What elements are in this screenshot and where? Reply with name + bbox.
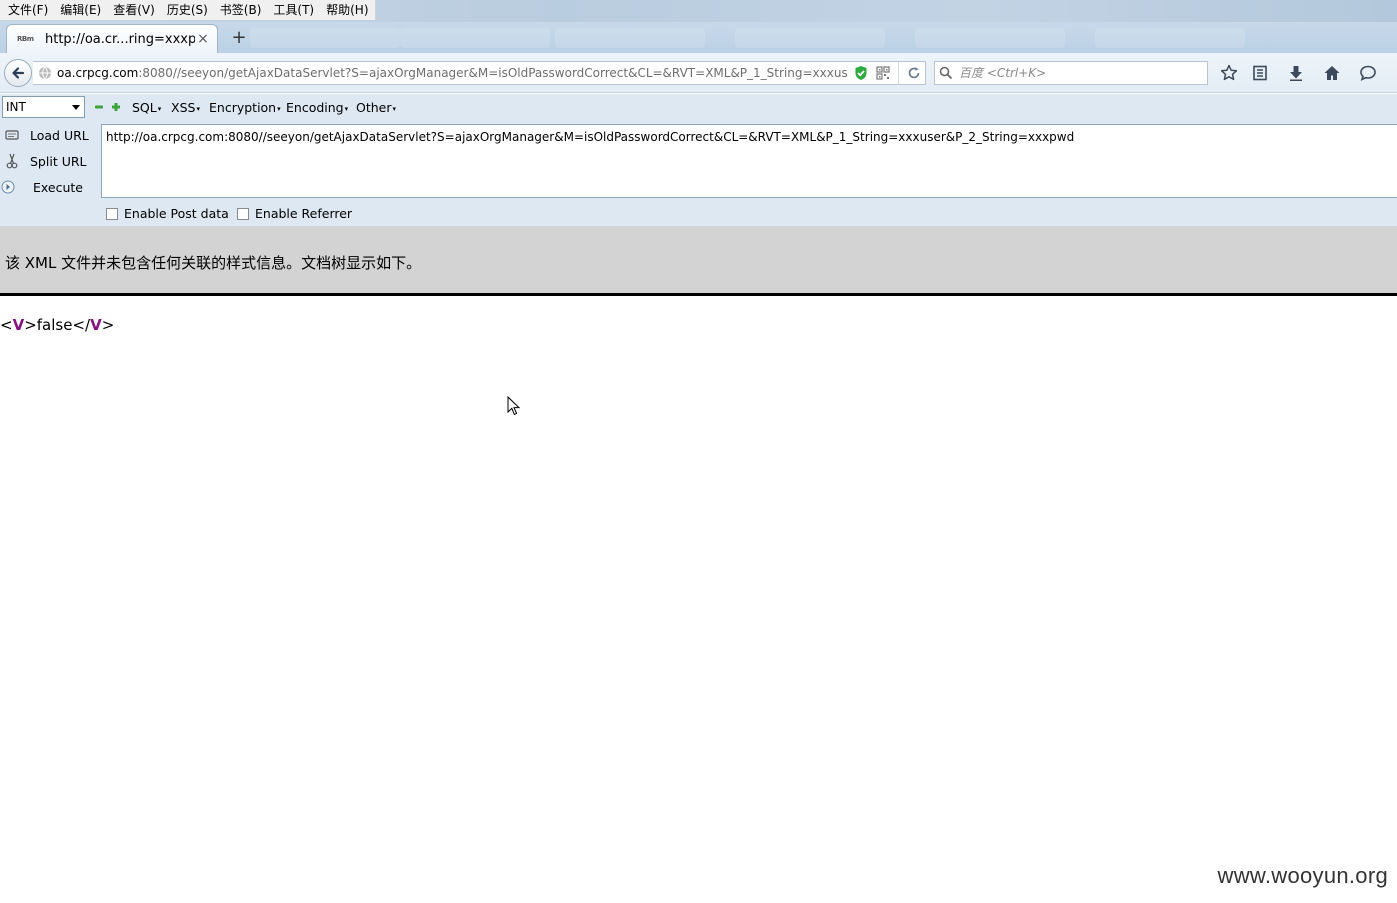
xml-open-bracket: < — [0, 316, 13, 334]
other-menu[interactable]: Other▾ — [356, 100, 396, 115]
menubar: 文件(F) 编辑(E) 查看(V) 历史(S) 书签(B) 工具(T) 帮助(H… — [0, 0, 376, 20]
increase-icon[interactable] — [111, 102, 121, 112]
caret-down-icon: ▾ — [157, 104, 162, 113]
sql-menu[interactable]: SQL▾ — [132, 100, 161, 115]
background-tab[interactable] — [555, 28, 705, 48]
xml-tag-name: V — [12, 316, 25, 334]
search-input[interactable] — [959, 66, 1189, 80]
menu-tools[interactable]: 工具(T) — [267, 0, 320, 20]
bookmark-star-icon[interactable] — [1218, 62, 1240, 84]
play-icon — [0, 180, 24, 194]
encryption-menu[interactable]: Encryption▾ — [209, 100, 281, 115]
chevron-down-icon — [72, 105, 80, 110]
background-tab[interactable] — [1095, 28, 1245, 48]
caret-down-icon: ▾ — [392, 104, 397, 113]
back-arrow-icon — [12, 67, 25, 79]
load-url-button[interactable]: Load URL — [0, 123, 89, 147]
reload-icon[interactable] — [903, 62, 925, 84]
split-url-button[interactable]: Split URL — [0, 149, 87, 173]
decrease-icon[interactable] — [94, 102, 104, 112]
navigation-bar: oa.crpcg.com:8080//seeyon/getAjaxDataSer… — [0, 53, 1397, 93]
tab-strip: RBm http://oa.cr...ring=xxxpwd × + — [0, 22, 1397, 53]
url-bar[interactable]: oa.crpcg.com:8080//seeyon/getAjaxDataSer… — [33, 61, 926, 85]
tab-active[interactable]: RBm http://oa.cr...ring=xxxpwd × — [6, 24, 218, 53]
url-host: oa.crpcg.com — [57, 66, 139, 80]
menu-edit[interactable]: 编辑(E) — [54, 0, 107, 20]
caret-down-icon: ▾ — [277, 104, 281, 113]
close-tab-icon[interactable]: × — [195, 31, 211, 47]
checkbox-box[interactable] — [106, 207, 118, 220]
integer-type-select[interactable]: INT — [2, 96, 85, 118]
reading-list-icon[interactable] — [1249, 62, 1271, 84]
hackbar-toolbar: INT SQL▾ XSS▾ Encryption▾ Encoding▾ Othe… — [0, 94, 1397, 122]
enable-referrer-checkbox[interactable]: Enable Referrer — [237, 206, 352, 221]
xml-close-bracket: </ — [72, 316, 91, 334]
chat-icon[interactable] — [1357, 62, 1379, 84]
menu-bookmarks[interactable]: 书签(B) — [214, 0, 268, 20]
caret-down-icon: ▾ — [196, 104, 200, 113]
menu-help[interactable]: 帮助(H) — [320, 0, 374, 20]
search-bar[interactable] — [934, 61, 1208, 85]
background-tab[interactable] — [250, 28, 400, 48]
background-tab[interactable] — [915, 28, 1065, 48]
qr-code-icon[interactable] — [872, 62, 894, 84]
background-tab[interactable] — [735, 28, 885, 48]
hackbar-url-textarea[interactable]: http://oa.crpcg.com:8080//seeyon/getAjax… — [101, 124, 1397, 198]
enable-referrer-label: Enable Referrer — [255, 206, 353, 221]
xml-document-tree: <V>false</V> — [0, 316, 114, 334]
checkbox-box[interactable] — [237, 207, 249, 220]
mouse-pointer-icon — [507, 396, 521, 416]
encoding-menu[interactable]: Encoding▾ — [286, 100, 348, 115]
home-icon[interactable] — [1321, 62, 1343, 84]
caret-down-icon: ▾ — [344, 104, 349, 113]
split-url-label: Split URL — [30, 153, 87, 169]
menu-file[interactable]: 文件(F) — [2, 0, 54, 20]
page-favicon-icon: RBm — [17, 35, 34, 43]
back-button[interactable] — [4, 59, 32, 87]
tab-title: http://oa.cr...ring=xxxpwd — [45, 31, 195, 47]
load-url-icon — [0, 129, 24, 141]
enable-post-data-checkbox[interactable]: Enable Post data — [106, 206, 229, 221]
watermark: www.wooyun.org — [1217, 863, 1388, 888]
xml-value: false — [36, 316, 73, 334]
new-tab-button[interactable]: + — [228, 28, 250, 48]
execute-button[interactable]: Execute — [0, 175, 83, 199]
shield-check-icon[interactable] — [850, 62, 872, 84]
download-icon[interactable] — [1285, 62, 1307, 84]
hackbar-panel: Load URL Split URL Execute http://oa.crp… — [0, 122, 1397, 226]
execute-label: Execute — [33, 179, 83, 195]
window-titlebar: 文件(F) 编辑(E) 查看(V) 历史(S) 书签(B) 工具(T) 帮助(H… — [0, 0, 1397, 22]
background-tab[interactable] — [400, 28, 550, 48]
xml-close-tag-name: V — [90, 316, 102, 334]
xml-open-bracket-end: > — [24, 316, 37, 334]
load-url-label: Load URL — [30, 127, 89, 143]
search-icon — [939, 66, 953, 80]
url-path: :8080//seeyon/getAjaxDataServlet?S=ajaxO… — [138, 66, 848, 80]
xml-style-info-banner: 该 XML 文件并未包含任何关联的样式信息。文档树显示如下。 — [0, 226, 1397, 296]
menu-history[interactable]: 历史(S) — [161, 0, 214, 20]
integer-type-value: INT — [6, 100, 26, 114]
url-text[interactable]: oa.crpcg.com:8080//seeyon/getAjaxDataSer… — [57, 66, 850, 80]
xml-close-bracket-end: > — [101, 316, 115, 334]
xss-menu[interactable]: XSS▾ — [171, 100, 200, 115]
menu-view[interactable]: 查看(V) — [107, 0, 161, 20]
enable-post-data-label: Enable Post data — [124, 206, 229, 221]
globe-icon[interactable] — [33, 62, 57, 84]
xml-style-info-text: 该 XML 文件并未包含任何关联的样式信息。文档树显示如下。 — [5, 254, 422, 272]
scissors-icon — [0, 153, 24, 169]
